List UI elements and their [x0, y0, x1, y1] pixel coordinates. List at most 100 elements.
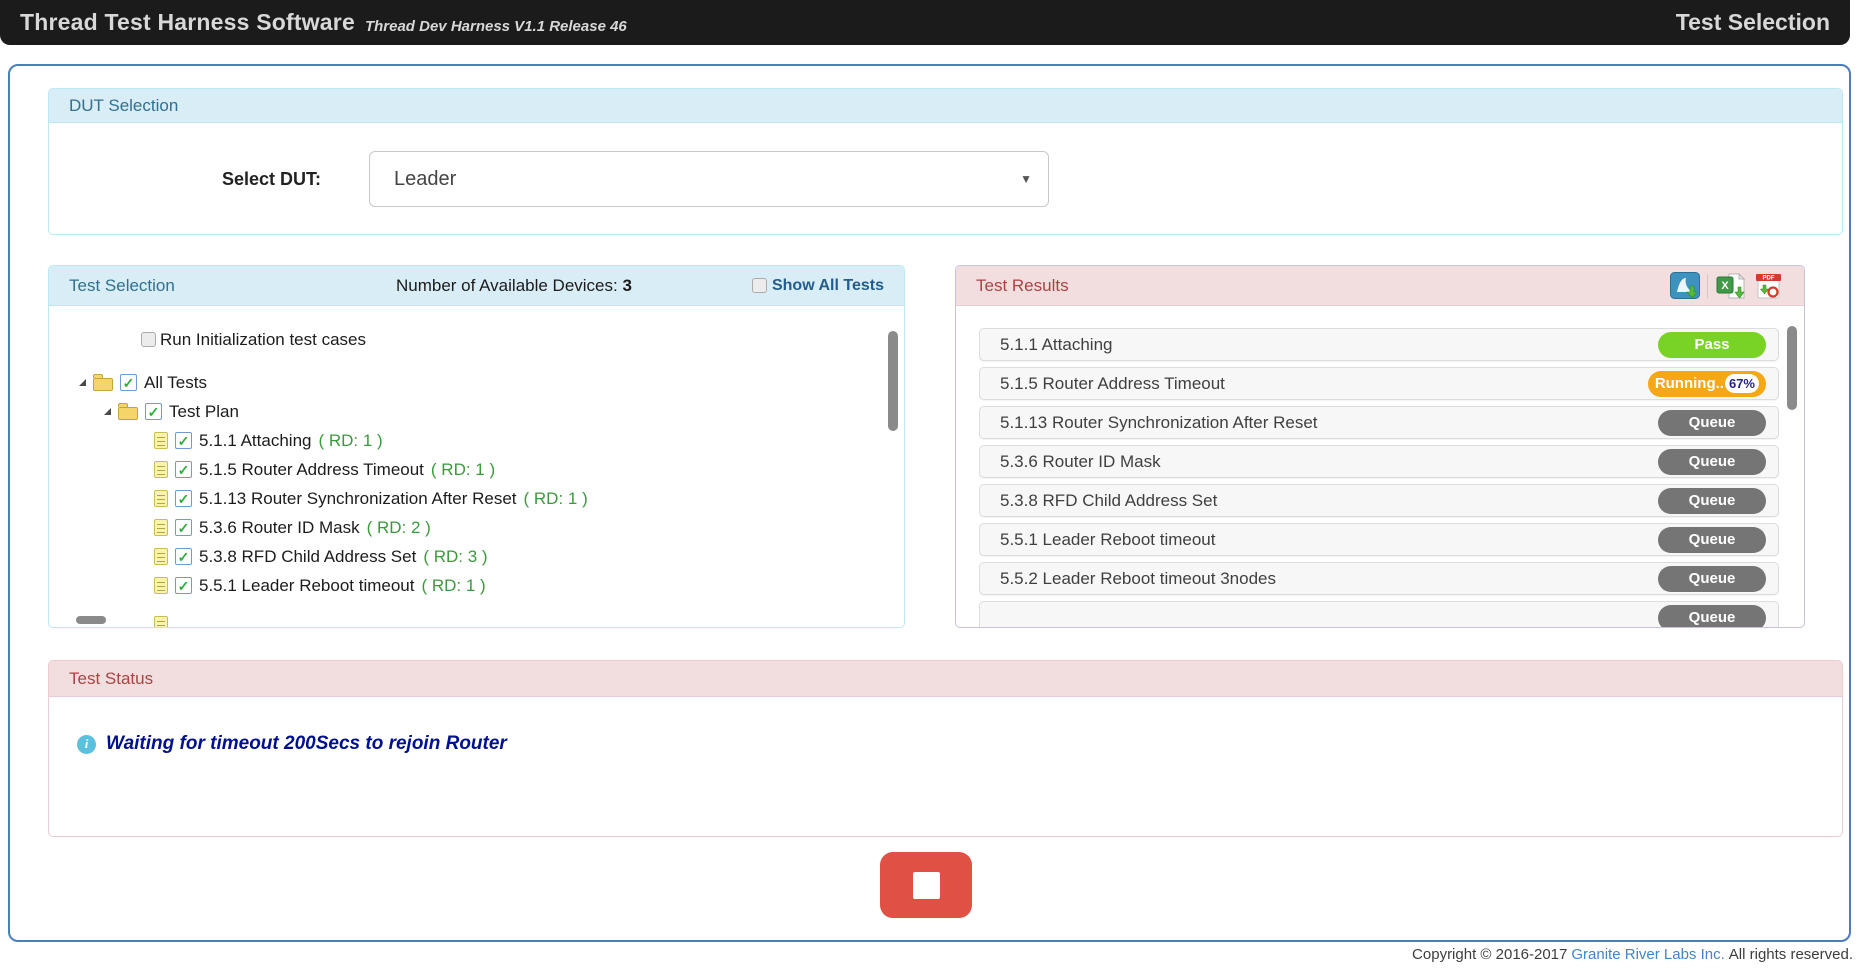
status-badge: Queue: [1658, 566, 1766, 592]
result-test-name: 5.1.13 Router Synchronization After Rese…: [1000, 413, 1658, 433]
document-icon: [154, 461, 168, 478]
excel-export-icon[interactable]: X: [1715, 272, 1747, 300]
result-test-name: 5.1.1 Attaching: [1000, 335, 1658, 355]
document-icon: [154, 548, 168, 565]
test-case-name: 5.3.8 RFD Child Address Set: [199, 547, 416, 567]
test-case-name: 5.1.5 Router Address Timeout: [199, 460, 424, 480]
pdf-export-icon[interactable]: PDF: [1754, 272, 1784, 300]
test-status-panel-header: Test Status: [49, 661, 1842, 697]
test-selection-panel-header: Test Selection Number of Available Devic…: [49, 266, 904, 306]
run-initialization-row[interactable]: Run Initialization test cases: [141, 325, 904, 354]
run-initialization-checkbox[interactable]: [141, 332, 156, 347]
status-badge-text: Queue: [1689, 414, 1736, 431]
test-case-checkbox[interactable]: ✓: [175, 490, 192, 507]
test-case-rd-count: ( RD: 3 ): [423, 547, 487, 567]
check-icon: ✓: [178, 492, 190, 506]
test-case-rd-count: ( RD: 1 ): [318, 431, 382, 451]
horizontal-scrollbar-thumb[interactable]: [76, 616, 106, 624]
test-case-checkbox[interactable]: ✓: [175, 519, 192, 536]
test-tree-item[interactable]: ✓ 5.3.8 RFD Child Address Set ( RD: 3 ): [49, 542, 904, 571]
dut-selection-panel-header: DUT Selection: [49, 89, 1842, 123]
test-case-checkbox[interactable]: ✓: [175, 548, 192, 565]
show-all-tests-checkbox[interactable]: [752, 278, 767, 293]
expander-icon[interactable]: [104, 408, 111, 415]
document-icon: [154, 519, 168, 536]
vertical-scrollbar-thumb[interactable]: [888, 331, 898, 431]
result-test-name: 5.3.8 RFD Child Address Set: [1000, 491, 1658, 511]
wireshark-capture-export-icon[interactable]: [1670, 272, 1700, 299]
test-tree-item[interactable]: ✓ 5.1.13 Router Synchronization After Re…: [49, 484, 904, 513]
dut-dropdown-value: Leader: [394, 168, 456, 191]
status-badge: Queue: [1658, 605, 1766, 628]
test-results-panel: Test Results X: [955, 265, 1805, 628]
dropdown-arrow-icon: ▼: [1020, 172, 1032, 186]
test-results-title: Test Results: [976, 276, 1069, 296]
status-badge-text: Queue: [1689, 453, 1736, 470]
check-icon: ✓: [123, 376, 135, 390]
status-badge-text: Queue: [1689, 570, 1736, 587]
test-tree-items: ✓ 5.1.1 Attaching ( RD: 1 ) ✓ 5.1.5 Rout…: [49, 426, 904, 600]
test-plan-checkbox[interactable]: ✓: [145, 403, 162, 420]
result-row[interactable]: Queue: [979, 601, 1779, 627]
pdf-label-glyph: PDF: [1763, 275, 1775, 281]
check-icon: ✓: [178, 434, 190, 448]
copyright-prefix: Copyright © 2016-2017: [1412, 946, 1567, 963]
test-status-message: Waiting for timeout 200Secs to rejoin Ro…: [106, 733, 507, 755]
test-tree-body: Run Initialization test cases ✓ All Test…: [49, 306, 904, 627]
stop-icon: [913, 872, 940, 899]
folder-icon: [118, 407, 138, 420]
footer-copyright: Copyright © 2016-2017Granite River Labs …: [1412, 946, 1853, 963]
copyright-suffix: All rights reserved.: [1729, 946, 1853, 963]
result-test-name: 5.3.6 Router ID Mask: [1000, 452, 1658, 472]
show-all-tests-toggle[interactable]: Show All Tests: [752, 277, 884, 295]
app-version-subtitle: Thread Dev Harness V1.1 Release 46: [365, 18, 627, 35]
dut-dropdown[interactable]: Leader ▼: [369, 151, 1049, 207]
icon-divider: [1707, 274, 1708, 298]
tree-group-label: Test Plan: [169, 402, 239, 422]
granite-river-labs-link[interactable]: Granite River Labs Inc.: [1571, 946, 1724, 963]
vertical-scrollbar-thumb[interactable]: [1787, 326, 1797, 410]
tree-item-partial: [49, 610, 904, 627]
check-icon: ✓: [178, 463, 190, 477]
status-badge-text: Queue: [1689, 609, 1736, 626]
test-tree-item[interactable]: ✓ 5.1.5 Router Address Timeout ( RD: 1 ): [49, 455, 904, 484]
current-page-title: Test Selection: [1676, 9, 1830, 36]
available-devices-text: Number of Available Devices: 3: [396, 276, 632, 296]
test-tree-item[interactable]: ✓ 5.3.6 Router ID Mask ( RD: 2 ): [49, 513, 904, 542]
test-selection-title: Test Selection: [69, 276, 175, 296]
tree-node-test-plan[interactable]: ✓ Test Plan: [49, 397, 904, 426]
dut-selection-title: DUT Selection: [69, 96, 178, 116]
all-tests-checkbox[interactable]: ✓: [120, 374, 137, 391]
test-tree-item[interactable]: ✓ 5.5.1 Leader Reboot timeout ( RD: 1 ): [49, 571, 904, 600]
test-case-name: 5.1.13 Router Synchronization After Rese…: [199, 489, 517, 509]
status-badge: Pass: [1658, 332, 1766, 358]
test-status-title: Test Status: [69, 669, 153, 689]
check-icon: ✓: [178, 550, 190, 564]
result-row[interactable]: 5.3.6 Router ID Mask Queue: [979, 445, 1779, 478]
result-row[interactable]: 5.3.8 RFD Child Address Set Queue: [979, 484, 1779, 517]
test-case-rd-count: ( RD: 2 ): [367, 518, 431, 538]
test-case-checkbox[interactable]: ✓: [175, 577, 192, 594]
available-devices-label: Number of Available Devices:: [396, 276, 622, 295]
stop-button[interactable]: [880, 852, 972, 918]
document-icon: [154, 432, 168, 449]
expander-icon[interactable]: [79, 379, 86, 386]
test-case-checkbox[interactable]: ✓: [175, 461, 192, 478]
result-row[interactable]: 5.1.13 Router Synchronization After Rese…: [979, 406, 1779, 439]
app-header: Thread Test Harness Software Thread Dev …: [0, 0, 1850, 45]
test-tree-item[interactable]: ✓ 5.1.1 Attaching ( RD: 1 ): [49, 426, 904, 455]
result-test-name: 5.5.1 Leader Reboot timeout: [1000, 530, 1658, 550]
dut-selection-body: Select DUT: Leader ▼: [49, 123, 1842, 235]
test-case-checkbox[interactable]: ✓: [175, 432, 192, 449]
tree-node-all-tests[interactable]: ✓ All Tests: [49, 368, 904, 397]
result-row[interactable]: 5.5.2 Leader Reboot timeout 3nodes Queue: [979, 562, 1779, 595]
progress-percent: 67%: [1725, 374, 1759, 393]
test-case-name: 5.5.1 Leader Reboot timeout: [199, 576, 414, 596]
status-badge: Queue: [1658, 488, 1766, 514]
check-icon: ✓: [178, 579, 190, 593]
result-row[interactable]: 5.1.1 Attaching Pass: [979, 328, 1779, 361]
result-row[interactable]: 5.5.1 Leader Reboot timeout Queue: [979, 523, 1779, 556]
show-all-tests-label: Show All Tests: [772, 277, 884, 295]
status-badge: Queue: [1658, 449, 1766, 475]
result-row[interactable]: 5.1.5 Router Address Timeout Running.. 6…: [979, 367, 1779, 400]
